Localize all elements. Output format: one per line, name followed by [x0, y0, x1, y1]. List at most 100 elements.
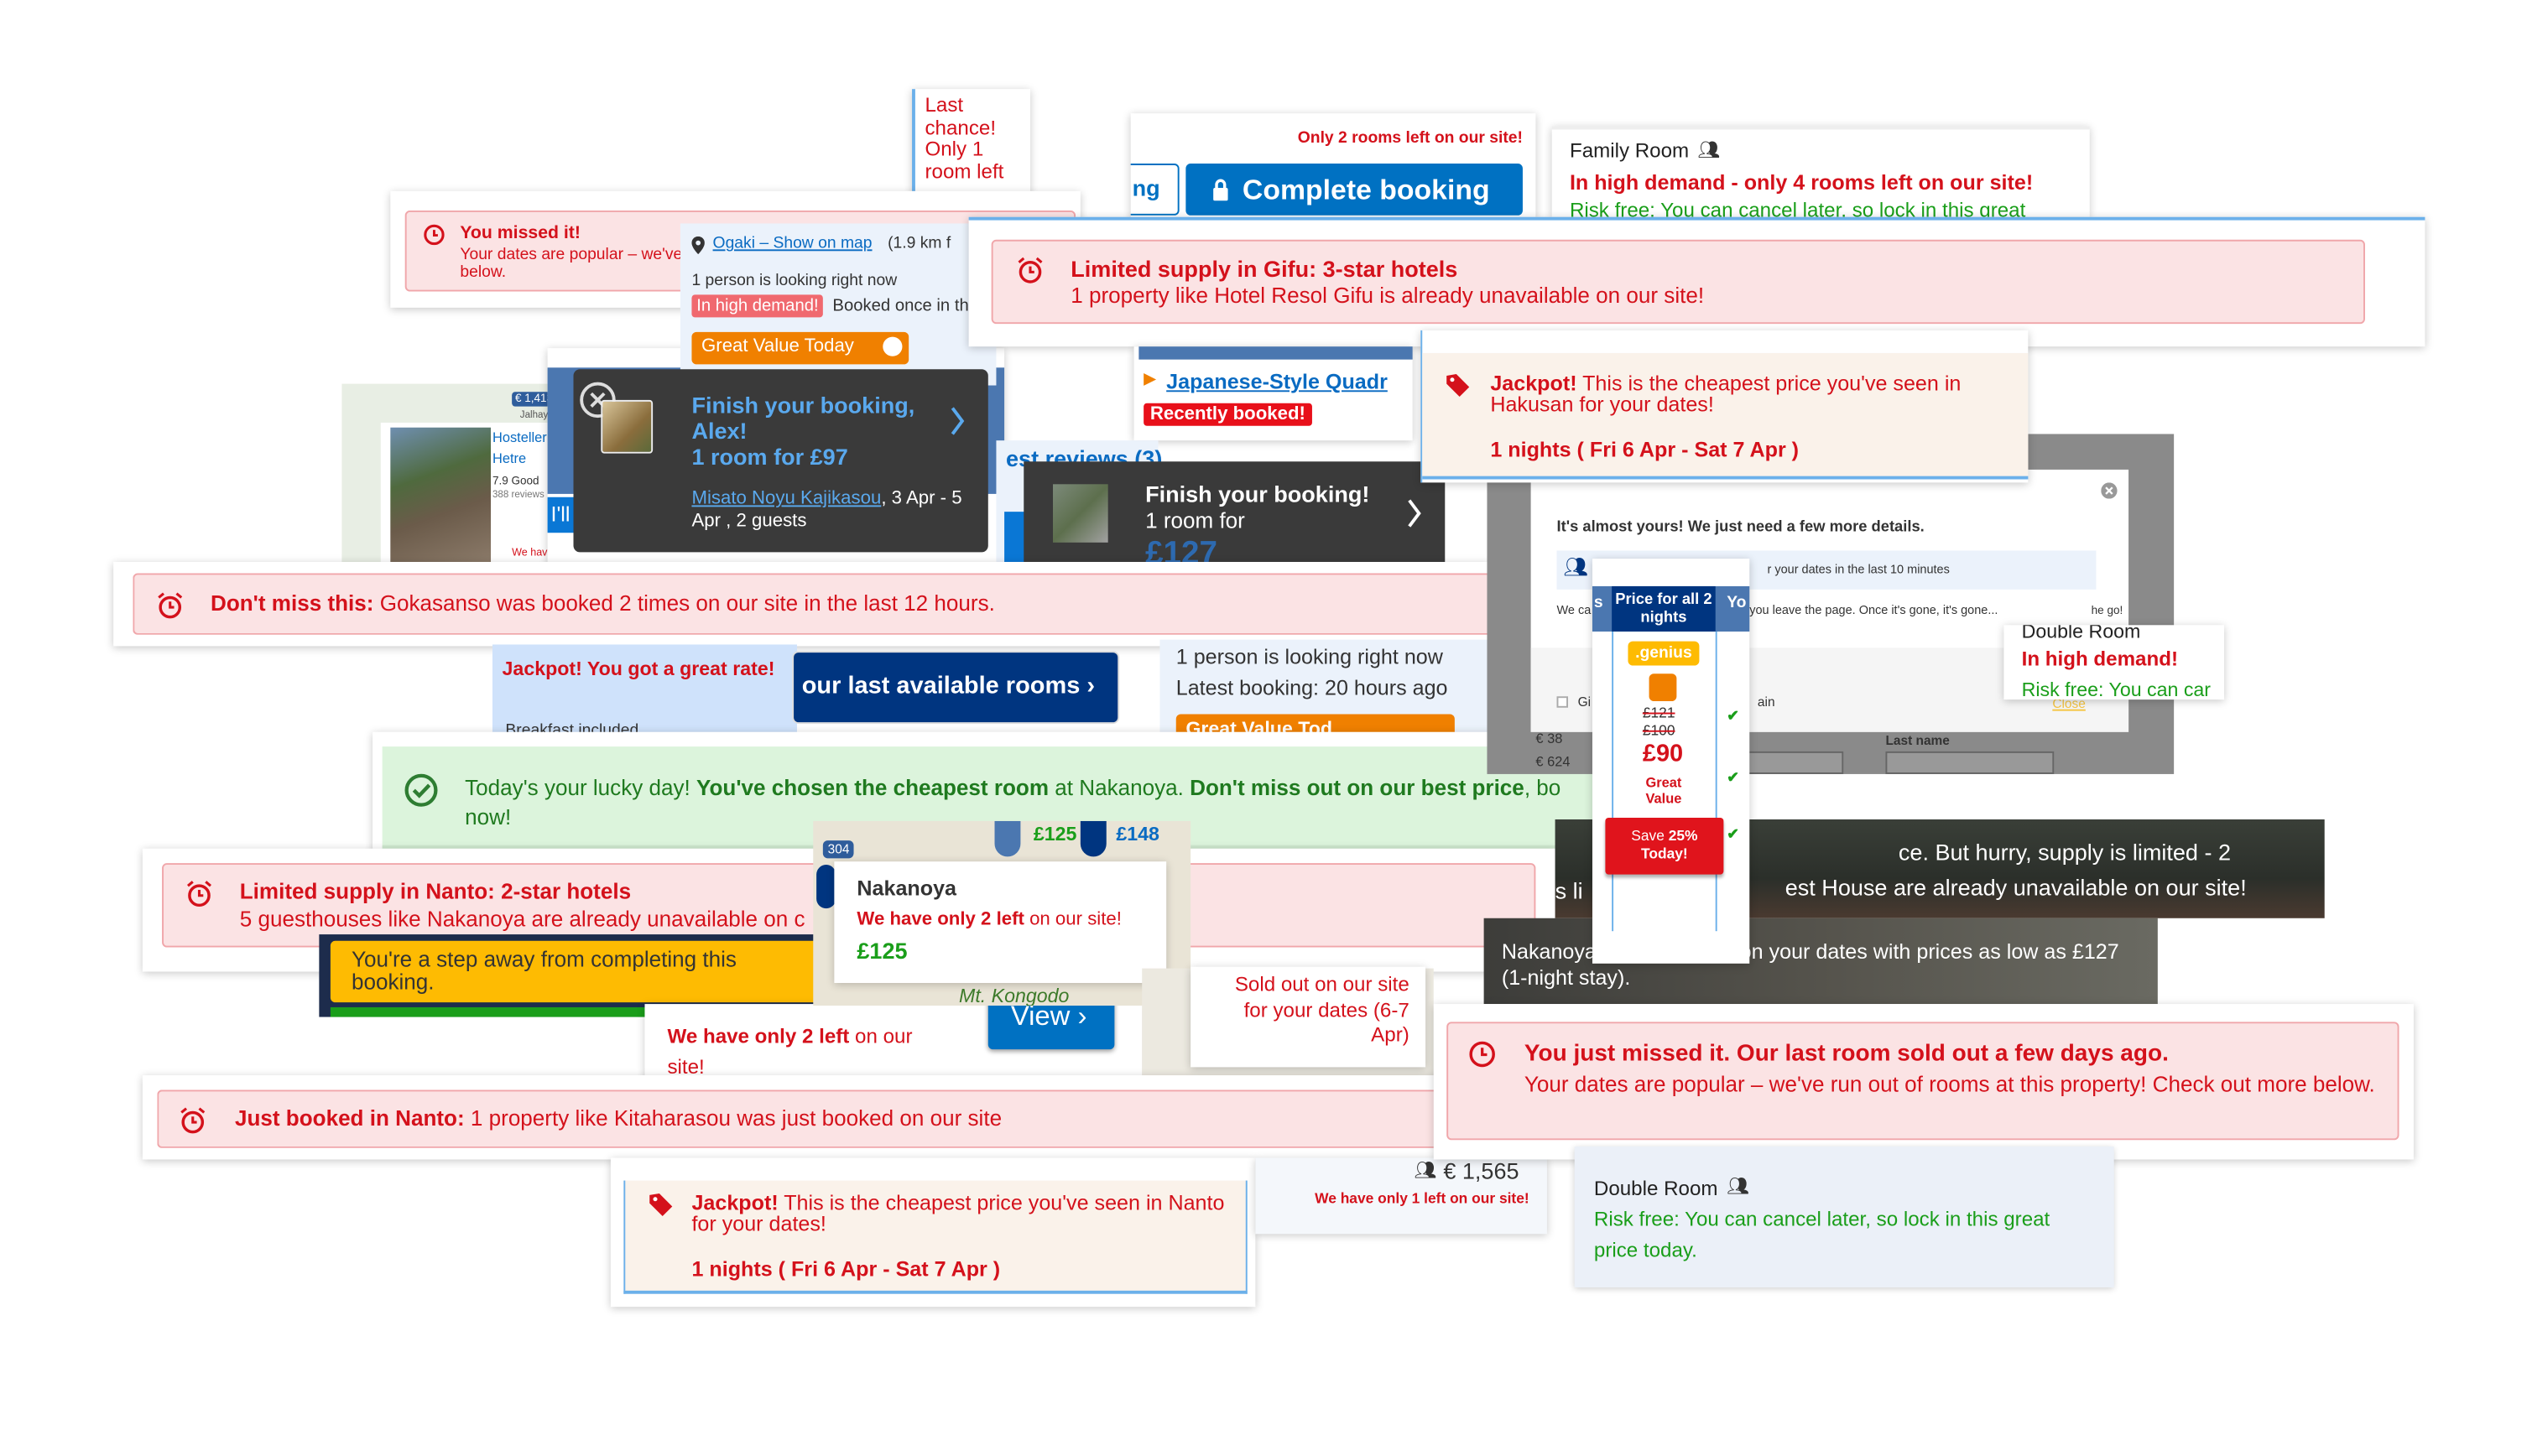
last-name-input[interactable] [1885, 751, 2055, 774]
right-column-head: Yo [1727, 594, 1747, 612]
just-missed-title: You just missed it. Our last room sold o… [1524, 1041, 2169, 1068]
old-price-2: £100 [1642, 722, 1675, 739]
show-on-map-link[interactable]: Ogaki – Show on map [713, 235, 873, 252]
nanto-supply-title: Limited supply in Nanto: 2-star hotels [239, 879, 632, 904]
map-only-bold: We have only 2 left [857, 910, 1024, 930]
hotel-listing[interactable]: Hosteller Hetre 7.9 Good 388 reviews We … [380, 422, 560, 567]
lock-icon [1213, 179, 1228, 201]
map-pin-price-1[interactable]: £125 [1034, 823, 1077, 845]
gifu-supply-body: 1 property like Hotel Resol Gifu is alre… [1071, 283, 1705, 308]
finish-booking-price: 1 room for £97 [691, 444, 848, 470]
map-pin-icon [691, 236, 705, 255]
people-icon: 👥︎ [1697, 140, 1721, 161]
finish-booking-alex-popup[interactable]: Finish your booking, Alex! 1 room for £9… [573, 369, 988, 553]
great-value-badge: Great Value Today [691, 331, 909, 365]
dialog-title: It's almost yours! We just need a few mo… [1556, 517, 1925, 537]
double-room-name: Double Room [2021, 625, 2141, 643]
save-today: Today! [1641, 845, 1688, 862]
chevron-right-icon: › [1086, 672, 1096, 700]
overlay-price-a: € 38 [1535, 730, 1563, 747]
checkbox-label: Gi [1577, 694, 1592, 710]
nakanoya-map[interactable]: 304 £125 £148 Nakanoya We have only 2 le… [813, 820, 1191, 1006]
map-mountain-label: Mt. Kongodo [959, 984, 1070, 1006]
clock-icon [1469, 1041, 1495, 1068]
finish-booking-popup[interactable]: Finish your booking! 1 room for £127 [1024, 461, 1446, 565]
complete-booking-button[interactable]: Complete booking [1185, 164, 1523, 216]
banner1-line1: ce. But hurry, supply is limited - 2 [1898, 839, 2232, 866]
overlay-price-b: € 624 [1535, 752, 1571, 770]
viewers-text: r your dates in the last 10 minutes [1767, 561, 1950, 577]
previous-button[interactable]: ng [1130, 164, 1180, 216]
great-value-badge-2: Great Value Tod [1175, 714, 1455, 734]
lucky-day-text-2: now! [465, 804, 512, 829]
people-icon: 👥︎ [1563, 555, 1588, 579]
recently-booked-badge: Recently booked! [1144, 403, 1312, 426]
alarm-clock-icon [1018, 257, 1043, 283]
looking-line-1: 1 person is looking right now [1175, 644, 1443, 669]
old-price-1: £121 [1642, 704, 1675, 721]
japanese-room-card: ▶ Japanese-Style Quadr Recently booked! [1133, 346, 1413, 441]
family-room-risk-free: Risk free: You can cancel later, so lock… [1569, 199, 2026, 217]
price-1565-card: 👥︎ € 1,565 We have only 1 left on our si… [1255, 1157, 1547, 1235]
save-25-badge: Save 25% Today! [1605, 818, 1724, 875]
hotel-map-card: € 1,413 Jalhay Hosteller Hetre 7.9 Good … [341, 383, 560, 567]
great-rate-text: Jackpot! You got a great rate! [502, 657, 775, 680]
checkbox[interactable] [1556, 696, 1569, 708]
great-value-icon [1649, 673, 1677, 702]
low-price-banner: Nakanoya on your dates with prices as lo… [1483, 918, 2158, 1005]
warning-text: We ca [1556, 602, 1592, 617]
banner1-line2: est House are already unavailable on our… [1785, 874, 2247, 901]
property-link[interactable]: Misato Noyu Kajikasou [691, 489, 881, 508]
missed-it-title: You missed it! [460, 223, 581, 243]
map-popup-only-left: We have only 2 left on our site! [857, 910, 1122, 929]
caret-right-icon: ▶ [1144, 371, 1157, 389]
map-marker-icon[interactable] [1080, 820, 1107, 857]
gifu-supply-alert: Limited supply in Gifu: 3-star hotels 1 … [991, 239, 2365, 325]
family-room-card: Family Room 👥︎ In high demand - only 4 r… [1551, 126, 2090, 217]
map-marker-icon[interactable] [816, 865, 836, 909]
jackpot-hakusan-card: Jackpot! This is the cheapest price you'… [1420, 330, 2029, 483]
map-pin-price-2[interactable]: £148 [1116, 823, 1159, 845]
step-away-box: You're a step away from completing this … [330, 940, 821, 1003]
sold-out-card: Sold out on our site for your dates (6-7… [1191, 966, 1426, 1068]
jackpot-hakusan-body: Jackpot! This is the cheapest price you'… [1422, 352, 2029, 480]
hotel-name[interactable]: Hosteller [492, 429, 547, 445]
price-tag-icon [649, 1193, 673, 1217]
complete-booking-label: Complete booking [1242, 173, 1490, 206]
just-missed-body: Your dates are popular – we've run out o… [1524, 1072, 2375, 1097]
banner2-name: Nakanoya [1501, 939, 1597, 964]
gifu-supply-card: Limited supply in Gifu: 3-star hotels 1 … [968, 216, 2425, 347]
jackpot-hakusan-nights: 1 nights ( Fri 6 Apr - Sat 7 Apr ) [1490, 437, 1800, 462]
partial-text: ain [1757, 694, 1775, 710]
route-shield: 304 [822, 840, 855, 859]
price-1565-only-left: We have only 1 left on our site! [1315, 1190, 1529, 1207]
double-room-demand: In high demand! [2021, 647, 2179, 671]
divider [1612, 632, 1614, 932]
last-available-rooms-button[interactable]: our last available rooms › [794, 653, 1118, 723]
lucky-t3: , bo [1524, 775, 1561, 800]
double-room-title: Double Room [1593, 1177, 1718, 1200]
jackpot-nanto-body: Jackpot! This is the cheapest price you'… [623, 1180, 1248, 1294]
hotel-rating: 7.9 Good [492, 476, 539, 488]
complete-booking-card: Only 2 rooms left on our site! ng Comple… [1130, 113, 1536, 221]
map-marker-icon[interactable] [994, 820, 1021, 857]
booked-once: Booked once in th [832, 296, 969, 316]
chevron-right-icon[interactable] [949, 405, 965, 438]
map-popup-price: £125 [857, 937, 908, 964]
close-icon[interactable] [2101, 482, 2118, 499]
map-town: Jalhay [519, 411, 549, 422]
lucky-b1: You've chosen the cheapest room [696, 775, 1050, 800]
jackpot-nanto-text: Jackpot! This is the cheapest price you'… [691, 1192, 1226, 1234]
japanese-room-link[interactable]: Japanese-Style Quadr [1166, 369, 1388, 393]
alarm-clock-icon [186, 881, 211, 907]
distance: (1.9 km f [888, 234, 951, 253]
property-thumbnail [601, 399, 654, 454]
great-rate-card: Jackpot! You got a great rate! Breakfast… [492, 644, 797, 736]
genius-badge: .genius [1628, 641, 1700, 666]
chevron-right-icon[interactable] [1406, 497, 1422, 530]
double-room-card: Double Room 👥︎ Risk free: You can cancel… [1574, 1147, 2114, 1287]
hotel-name-2[interactable]: Hetre [492, 450, 526, 466]
check-icon: ✔ [1727, 769, 1739, 786]
just-missed-card: You just missed it. Our last room sold o… [1433, 1004, 2414, 1160]
price-header-text: Price for all 2 nights [1615, 590, 1712, 627]
